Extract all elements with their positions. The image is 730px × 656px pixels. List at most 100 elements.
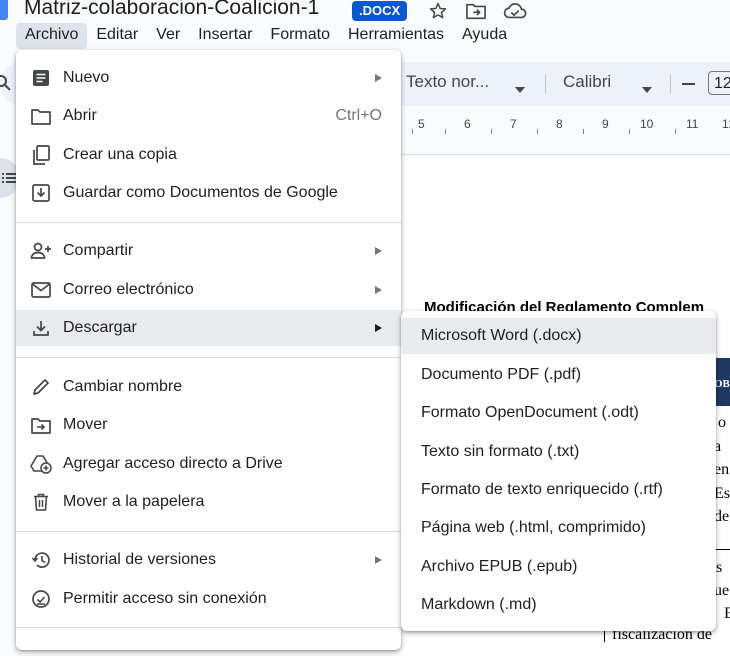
menu-item-acceso-directo[interactable]: Agregar acceso directo a Drive (16, 446, 401, 482)
download-option-docx[interactable]: Microsoft Word (.docx) (401, 318, 716, 354)
download-option-pdf[interactable]: Documento PDF (.pdf) (401, 357, 716, 393)
menu-item-descargar[interactable]: Descargar (16, 310, 401, 346)
page-text: Es (714, 485, 730, 502)
move-to-folder-icon[interactable] (464, 0, 488, 22)
download-option-label: Página web (.html, comprimido) (421, 519, 646, 536)
menu-insertar[interactable]: Insertar (189, 23, 261, 49)
menu-item-crear-copia[interactable]: Crear una copia (16, 137, 401, 173)
download-option-label: Formato de texto enriquecido (.rtf) (421, 481, 663, 498)
menu-item-label: Guardar como Documentos de Google (63, 184, 338, 201)
menu-item-historial[interactable]: Historial de versiones (16, 542, 401, 578)
search-menus-icon[interactable] (0, 74, 12, 92)
drive-shortcut-icon (30, 453, 52, 475)
download-option-label: Microsoft Word (.docx) (421, 327, 582, 344)
menu-separator (16, 357, 401, 358)
ruler-number: 12 (722, 117, 730, 131)
ruler-tick (629, 129, 630, 134)
menu-separator (16, 627, 401, 628)
page-text: s (716, 559, 723, 576)
download-option-rtf[interactable]: Formato de texto enriquecido (.rtf) (401, 472, 716, 508)
menu-item-papelera[interactable]: Mover a la papelera (16, 484, 401, 520)
download-icon (30, 317, 52, 339)
menu-item-label: Cambiar nombre (63, 378, 183, 395)
download-option-label: Archivo EPUB (.epub) (421, 558, 578, 575)
ruler-divider (400, 154, 730, 155)
email-icon (30, 279, 52, 301)
star-icon[interactable] (426, 0, 450, 22)
download-option-html[interactable]: Página web (.html, comprimido) (401, 510, 716, 546)
document-title[interactable]: Matriz-colaboracion-Coalicion-1 (24, 0, 319, 20)
cloud-saved-icon[interactable] (503, 0, 527, 22)
trash-icon (30, 491, 52, 513)
docs-logo[interactable] (0, 0, 8, 20)
ruler-tick (583, 129, 584, 134)
font-family-value: Calibri (563, 72, 612, 91)
download-option-label: Formato OpenDocument (.odt) (421, 404, 639, 421)
history-icon (30, 549, 52, 571)
menu-archivo[interactable]: Archivo (16, 23, 88, 49)
ruler-tick (675, 129, 676, 134)
menu-formato[interactable]: Formato (261, 23, 339, 49)
menu-ayuda[interactable]: Ayuda (453, 23, 516, 49)
font-size-input[interactable]: 12 (708, 71, 730, 95)
menu-item-label: Mover a la papelera (63, 493, 205, 510)
ruler-number: 7 (510, 117, 517, 131)
menu-herramientas[interactable]: Herramientas (339, 23, 453, 49)
menu-item-label: Descargar (63, 319, 137, 336)
paragraph-style-select[interactable]: Texto nor... (406, 72, 489, 94)
submenu-arrow-icon (375, 286, 382, 294)
menu-item-label: Mover (63, 416, 108, 433)
style-dropdown-caret-icon[interactable] (515, 80, 525, 98)
ruler-number: 11 (686, 117, 699, 131)
font-dropdown-caret-icon[interactable] (642, 80, 652, 98)
file-menu: Nuevo Abrir Ctrl+O Crear una copia Guard… (16, 50, 401, 650)
share-person-icon (30, 240, 52, 262)
font-family-select[interactable]: Calibri (563, 72, 611, 94)
ruler-tick (537, 129, 538, 134)
toolbar-divider (545, 74, 546, 94)
pencil-icon (30, 376, 52, 398)
menu-item-abrir[interactable]: Abrir Ctrl+O (16, 98, 401, 134)
submenu-arrow-icon (375, 247, 382, 255)
menu-item-label: Permitir acceso sin conexión (63, 590, 267, 607)
menu-item-nuevo[interactable]: Nuevo (16, 60, 401, 96)
decrease-font-size-icon[interactable] (682, 83, 695, 85)
page-text: en (714, 461, 730, 478)
menu-item-cambiar-nombre[interactable]: Cambiar nombre (16, 369, 401, 405)
menu-item-label: Crear una copia (63, 146, 177, 163)
download-option-epub[interactable]: Archivo EPUB (.epub) (401, 549, 716, 585)
menu-item-label: Compartir (63, 242, 134, 259)
ruler[interactable] (380, 110, 730, 136)
menu-item-guardar-como[interactable]: Guardar como Documentos de Google (16, 175, 401, 211)
menu-item-label: Historial de versiones (63, 551, 216, 568)
menu-separator (16, 531, 401, 532)
menu-item-label: Correo electrónico (63, 281, 194, 298)
move-folder-icon (30, 414, 52, 436)
download-option-markdown[interactable]: Markdown (.md) (401, 587, 716, 623)
submenu-arrow-icon (375, 74, 382, 82)
download-option-odt[interactable]: Formato OpenDocument (.odt) (401, 395, 716, 431)
download-option-label: Markdown (.md) (421, 596, 537, 613)
menu-item-correo[interactable]: Correo electrónico (16, 272, 401, 308)
menu-item-sin-conexion[interactable]: Permitir acceso sin conexión (16, 581, 401, 617)
new-document-icon (30, 67, 52, 89)
menu-item-compartir[interactable]: Compartir (16, 233, 401, 269)
download-option-txt[interactable]: Texto sin formato (.txt) (401, 434, 716, 470)
docx-badge: .DOCX (352, 1, 408, 21)
menu-item-mover[interactable]: Mover (16, 407, 401, 443)
save-as-icon (30, 182, 52, 204)
download-option-label: Documento PDF (.pdf) (421, 366, 582, 383)
folder-icon (30, 105, 52, 127)
ruler-number: 9 (602, 117, 609, 131)
outline-list-icon[interactable] (2, 171, 16, 185)
page-text: de (714, 508, 730, 525)
menu-ver[interactable]: Ver (147, 23, 189, 49)
page-text: E (724, 605, 730, 622)
ruler-number: 8 (556, 117, 563, 131)
copy-icon (30, 144, 52, 166)
menu-editar[interactable]: Editar (87, 23, 147, 49)
ruler-number: 10 (640, 117, 654, 131)
download-option-label: Texto sin formato (.txt) (421, 443, 580, 460)
menu-item-label: Abrir (63, 107, 97, 124)
shortcut-hint: Ctrl+O (335, 107, 382, 124)
